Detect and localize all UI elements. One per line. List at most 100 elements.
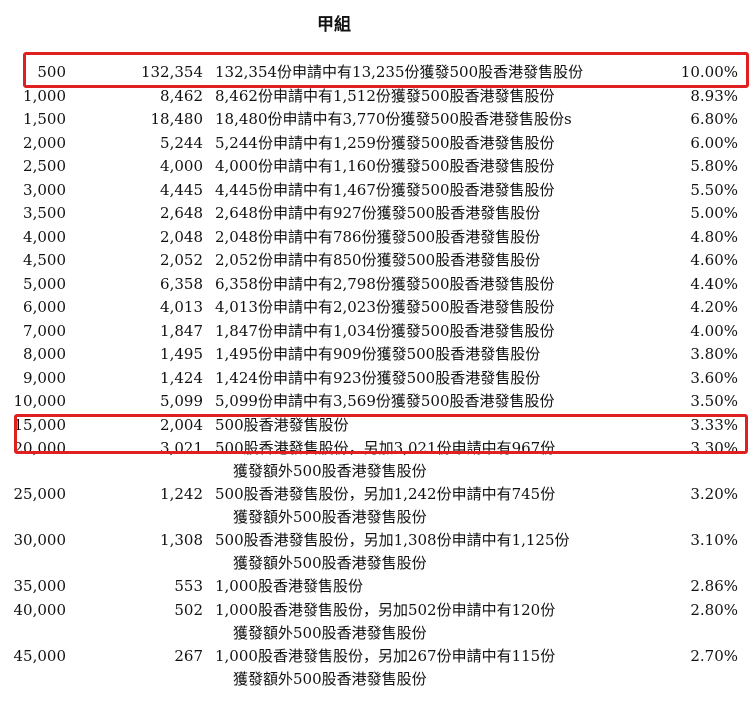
allocation-table: 500 132,354 132,354份申請中有13,235份獲發500股香港發售股… xyxy=(0,61,756,691)
table-row: 35,000 553 1,000股香港發售股份 2.86% xyxy=(0,575,756,599)
allocation-percentage-cell: 4.80% xyxy=(690,227,738,246)
shares-applied-cell: 8,000 xyxy=(23,345,66,363)
allocation-basis-cell: 1,000股香港發售股份 xyxy=(215,575,363,598)
allocation-basis-line1: 1,000股香港發售股份，另加267份申請中有115份 xyxy=(215,646,556,665)
allocation-percentage-cell: 4.40% xyxy=(690,274,738,293)
allocation-basis-cell: 1,495份申請中有909份獲發500股香港發售股份 xyxy=(215,343,540,366)
shares-applied-cell: 4,500 xyxy=(23,251,66,269)
allocation-basis-line1: 500股香港發售股份，另加1,242份申請中有745份 xyxy=(215,485,556,503)
allocation-percentage-cell: 5.80% xyxy=(690,157,738,175)
valid-applications-cell: 553 xyxy=(174,577,203,595)
table-row: 4,500 2,052 2,052份申請中有850份獲發500股香港發售股份 4.60… xyxy=(0,249,756,273)
shares-applied-cell: 6,000 xyxy=(23,298,66,316)
allocation-percentage-cell: 3.50% xyxy=(690,392,738,410)
table-row: 15,000 2,004 500股香港發售股份 3.33% xyxy=(0,414,756,438)
valid-applications-cell: 1,847 xyxy=(160,321,203,340)
shares-applied-cell: 500 xyxy=(37,63,66,81)
allocation-basis-line1: 1,424份申請中有923份獲發500股香港發售股份 xyxy=(215,368,541,387)
valid-applications-cell: 4,013 xyxy=(160,298,203,316)
allocation-basis-cell: 1,000股香港發售股份，另加502份申請中有120份獲發額外500股香港發售股… xyxy=(215,599,555,645)
allocation-basis-cell: 2,648份申請中有927份獲發500股香港發售股份 xyxy=(215,202,540,225)
table-row: 9,000 1,424 1,424份申請中有923份獲發500股香港發售股份 3.60… xyxy=(0,367,756,391)
shares-applied-cell: 4,000 xyxy=(23,227,66,246)
shares-applied-cell: 2,500 xyxy=(23,157,66,175)
allocation-percentage-cell: 5.50% xyxy=(690,180,738,199)
allocation-basis-cell: 8,462份申請中有1,512份獲發500股香港發售股份 xyxy=(215,85,555,108)
allocation-basis-cell: 2,048份申請中有786份獲發500股香港發售股份 xyxy=(215,226,540,249)
valid-applications-cell: 18,480 xyxy=(150,110,204,128)
allocation-basis-line1: 4,445份申請中有1,467份獲發500股香港發售股份 xyxy=(215,180,555,199)
allocation-basis-line1: 2,648份申請中有927份獲發500股香港發售股份 xyxy=(215,204,541,222)
valid-applications-cell: 1,308 xyxy=(160,531,203,549)
table-row: 45,000 267 1,000股香港發售股份，另加267份申請中有115份獲發額外… xyxy=(0,645,756,691)
allocation-basis-cell: 4,000份申請中有1,160份獲發500股香港發售股份 xyxy=(215,155,555,178)
shares-applied-cell: 20,000 xyxy=(13,439,67,457)
allocation-percentage-cell: 3.20% xyxy=(690,485,738,503)
allocation-basis-line1: 500股香港發售股份，另加3,021份申請中有967份 xyxy=(215,439,556,457)
allocation-percentage-cell: 8.93% xyxy=(690,86,738,105)
table-row: 10,000 5,099 5,099份申請中有3,569份獲發500股香港發售股份 3… xyxy=(0,390,756,414)
allocation-basis-line1: 2,048份申請中有786份獲發500股香港發售股份 xyxy=(215,227,541,246)
allocation-basis-line1: 500股香港發售股份 xyxy=(215,415,349,434)
allocation-basis-line1: 132,354份申請中有13,235份獲發500股香港發售股份 xyxy=(215,63,584,81)
allocation-percentage-cell: 6.80% xyxy=(690,110,738,128)
table-row: 25,000 1,242 500股香港發售股份，另加1,242份申請中有745份 獲發… xyxy=(0,483,756,529)
valid-applications-cell: 2,048 xyxy=(160,227,203,246)
allocation-basis-line1: 4,000份申請中有1,160份獲發500股香港發售股份 xyxy=(215,157,555,175)
shares-applied-cell: 10,000 xyxy=(13,392,67,410)
valid-applications-cell: 1,424 xyxy=(160,368,203,387)
table-row: 3,000 4,445 4,445份申請中有1,467份獲發500股香港發售股份 5.… xyxy=(0,179,756,203)
allocation-percentage-cell: 4.60% xyxy=(690,251,738,269)
table-row: 6,000 4,013 4,013份申請中有2,023份獲發500股香港發售股份 4.… xyxy=(0,296,756,320)
allocation-basis-cell: 132,354份申請中有13,235份獲發500股香港發售股份 xyxy=(215,61,583,84)
valid-applications-cell: 4,000 xyxy=(160,157,203,175)
allocation-basis-line2: 獲發額外500股香港發售股份 xyxy=(233,623,427,642)
allocation-basis-line2: 獲發額外500股香港發售股份 xyxy=(233,508,427,526)
shares-applied-cell: 1,500 xyxy=(23,110,66,128)
shares-applied-cell: 5,000 xyxy=(23,274,66,293)
allocation-basis-line2: 獲發額外500股香港發售股份 xyxy=(233,554,427,572)
shares-applied-cell: 40,000 xyxy=(13,600,67,619)
allocation-basis-line1: 1,847份申請中有1,034份獲發500股香港發售股份 xyxy=(215,321,555,340)
allocation-percentage-cell: 4.20% xyxy=(690,298,738,316)
allocation-basis-cell: 4,013份申請中有2,023份獲發500股香港發售股份 xyxy=(215,296,555,319)
allocation-basis-line1: 1,000股香港發售股份 xyxy=(215,577,363,595)
shares-applied-cell: 35,000 xyxy=(13,577,67,595)
document-page: 甲組 500 132,354 132,354份申請中有13,235份獲發500股香港… xyxy=(0,0,756,713)
valid-applications-cell: 1,242 xyxy=(160,485,203,503)
valid-applications-cell: 6,358 xyxy=(160,274,203,293)
shares-applied-cell: 45,000 xyxy=(13,646,67,665)
allocation-basis-line1: 500股香港發售股份，另加1,308份申請中有1,125份 xyxy=(215,531,570,549)
allocation-basis-line1: 8,462份申請中有1,512份獲發500股香港發售股份 xyxy=(215,86,555,105)
allocation-percentage-cell: 5.00% xyxy=(690,204,738,222)
allocation-basis-line1: 1,000股香港發售股份，另加502份申請中有120份 xyxy=(215,600,556,619)
valid-applications-cell: 8,462 xyxy=(160,86,203,105)
table-row: 1,500 18,480 18,480份申請中有3,770份獲發500股香港發售股份… xyxy=(0,108,756,132)
allocation-percentage-cell: 3.80% xyxy=(690,345,738,363)
allocation-basis-line1: 2,052份申請中有850份獲發500股香港發售股份 xyxy=(215,251,541,269)
allocation-percentage-cell: 10.00% xyxy=(680,63,738,81)
allocation-percentage-cell: 2.86% xyxy=(690,577,738,595)
allocation-basis-line1: 4,013份申請中有2,023份獲發500股香港發售股份 xyxy=(215,298,555,316)
shares-applied-cell: 3,000 xyxy=(23,180,66,199)
valid-applications-cell: 1,495 xyxy=(160,345,203,363)
valid-applications-cell: 4,445 xyxy=(160,180,203,199)
valid-applications-cell: 2,648 xyxy=(160,204,203,222)
allocation-percentage-cell: 3.30% xyxy=(690,439,738,457)
group-title: 甲組 xyxy=(317,15,351,35)
shares-applied-cell: 2,000 xyxy=(23,133,66,152)
shares-applied-cell: 30,000 xyxy=(13,531,67,549)
allocation-percentage-cell: 3.10% xyxy=(690,531,738,549)
valid-applications-cell: 2,004 xyxy=(160,415,203,434)
valid-applications-cell: 5,099 xyxy=(160,392,203,410)
table-row: 2,500 4,000 4,000份申請中有1,160份獲發500股香港發售股份 5.… xyxy=(0,155,756,179)
valid-applications-cell: 267 xyxy=(174,646,203,665)
table-row: 30,000 1,308 500股香港發售股份，另加1,308份申請中有1,125份… xyxy=(0,529,756,575)
allocation-basis-line1: 1,495份申請中有909份獲發500股香港發售股份 xyxy=(215,345,541,363)
table-row: 7,000 1,847 1,847份申請中有1,034份獲發500股香港發售股份 4.… xyxy=(0,320,756,344)
table-row: 2,000 5,244 5,244份申請中有1,259份獲發500股香港發售股份 6.… xyxy=(0,132,756,156)
allocation-basis-line2: 獲發額外500股香港發售股份 xyxy=(233,669,427,688)
valid-applications-cell: 5,244 xyxy=(160,133,203,152)
table-row: 3,500 2,648 2,648份申請中有927份獲發500股香港發售股份 5.00… xyxy=(0,202,756,226)
shares-applied-cell: 15,000 xyxy=(13,415,67,434)
